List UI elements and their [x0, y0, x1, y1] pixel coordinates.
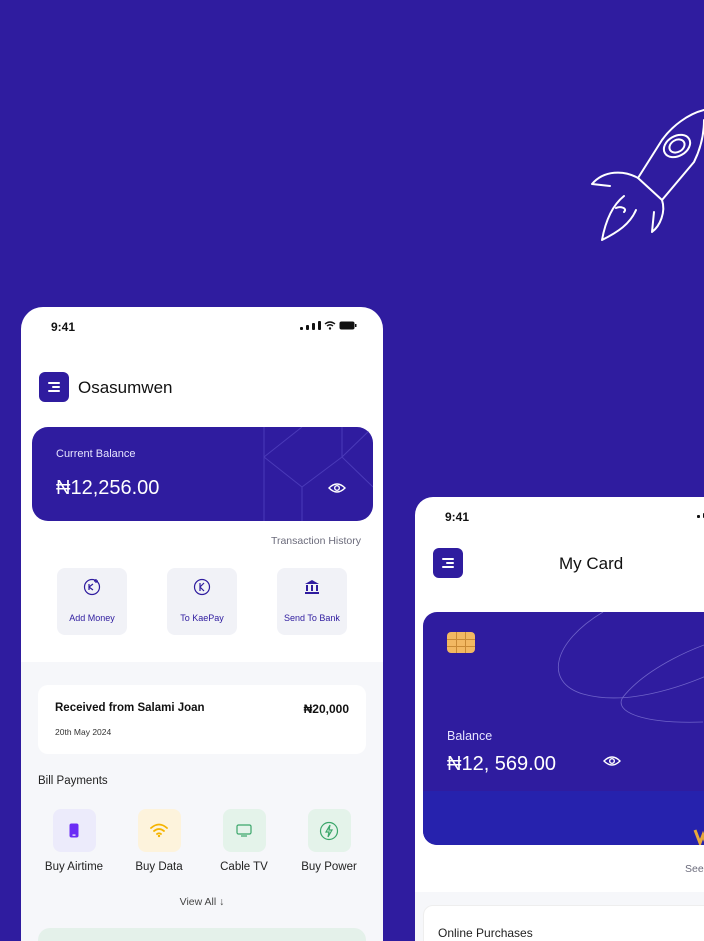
balance-card: Current Balance ₦12,256.00 [32, 427, 373, 521]
balance-amount: ₦12,256.00 [56, 477, 160, 499]
wifi-status-icon [324, 321, 336, 330]
wifi-icon [150, 823, 168, 838]
card-swirl [557, 612, 704, 723]
menu-icon [442, 556, 454, 571]
transaction-amount: ₦20,000 [303, 702, 349, 716]
card-balance-label: Balance [447, 729, 493, 743]
to-kaepay-button[interactable]: To KaePay [167, 568, 237, 635]
card-brand-logo [693, 829, 704, 845]
card-pattern [263, 427, 373, 521]
add-money-button[interactable]: Add Money [57, 568, 127, 635]
eye-icon[interactable] [328, 482, 346, 494]
home-screen: 9:41 Osasumwen Current Balance ₦12,256.0… [21, 307, 383, 941]
status-time: 9:41 [51, 320, 76, 334]
bill-payments-title: Bill Payments [38, 775, 108, 787]
buy-data-label: Buy Data [135, 861, 183, 873]
transaction-card[interactable]: Received from Salami Joan 20th May 2024 … [38, 685, 366, 754]
phone-icon [69, 823, 79, 838]
cable-tv-label: Cable TV [220, 861, 268, 873]
buy-power-button[interactable]: Buy Power [294, 809, 364, 873]
to-kaepay-label: To KaePay [180, 613, 224, 623]
lower-section: Online Purchases [415, 892, 704, 941]
status-icons [300, 321, 357, 330]
cable-tv-button[interactable]: Cable TV [209, 809, 279, 873]
view-all-link[interactable]: View All ↓ [21, 896, 383, 908]
tv-icon [236, 824, 252, 837]
my-card-screen: 9:41 My Card Balance ₦12, 569.00 See Onl… [415, 497, 704, 941]
menu-icon [48, 380, 60, 395]
power-icon [319, 821, 339, 840]
card-balance-amount: ₦12, 569.00 [447, 753, 556, 775]
lower-section: Received from Salami Joan 20th May 2024 … [21, 662, 383, 941]
add-money-label: Add Money [69, 613, 115, 623]
balance-label: Current Balance [56, 448, 136, 460]
send-to-bank-button[interactable]: Send To Bank [277, 568, 347, 635]
buy-data-button[interactable]: Buy Data [124, 809, 194, 873]
buy-airtime-label: Buy Airtime [44, 861, 104, 873]
bank-card[interactable]: Balance ₦12, 569.00 [423, 612, 704, 845]
promo-banner[interactable] [38, 928, 366, 941]
page-title: My Card [559, 554, 624, 573]
status-icons [697, 513, 704, 518]
rocket-illustration [591, 109, 704, 241]
online-purchases-item[interactable]: Online Purchases [423, 905, 704, 941]
transaction-history-link[interactable]: Transaction History [271, 535, 361, 547]
kaepay-icon [193, 578, 211, 596]
username: Osasumwen [78, 378, 173, 397]
buy-power-label: Buy Power [301, 861, 357, 873]
transaction-title: Received from Salami Joan [55, 702, 205, 714]
add-money-icon [83, 578, 101, 596]
status-time: 9:41 [445, 510, 470, 524]
bank-icon [305, 580, 319, 594]
card-chip-icon [447, 632, 475, 653]
send-to-bank-label: Send To Bank [284, 613, 340, 623]
transaction-date: 20th May 2024 [55, 727, 112, 737]
buy-airtime-button[interactable]: Buy Airtime [39, 809, 109, 873]
battery-icon [339, 321, 357, 330]
online-purchases-label: Online Purchases [438, 926, 533, 940]
menu-button[interactable] [433, 548, 463, 578]
menu-button[interactable] [39, 372, 69, 402]
eye-icon[interactable] [603, 755, 621, 767]
see-all-link[interactable]: See [685, 863, 704, 875]
